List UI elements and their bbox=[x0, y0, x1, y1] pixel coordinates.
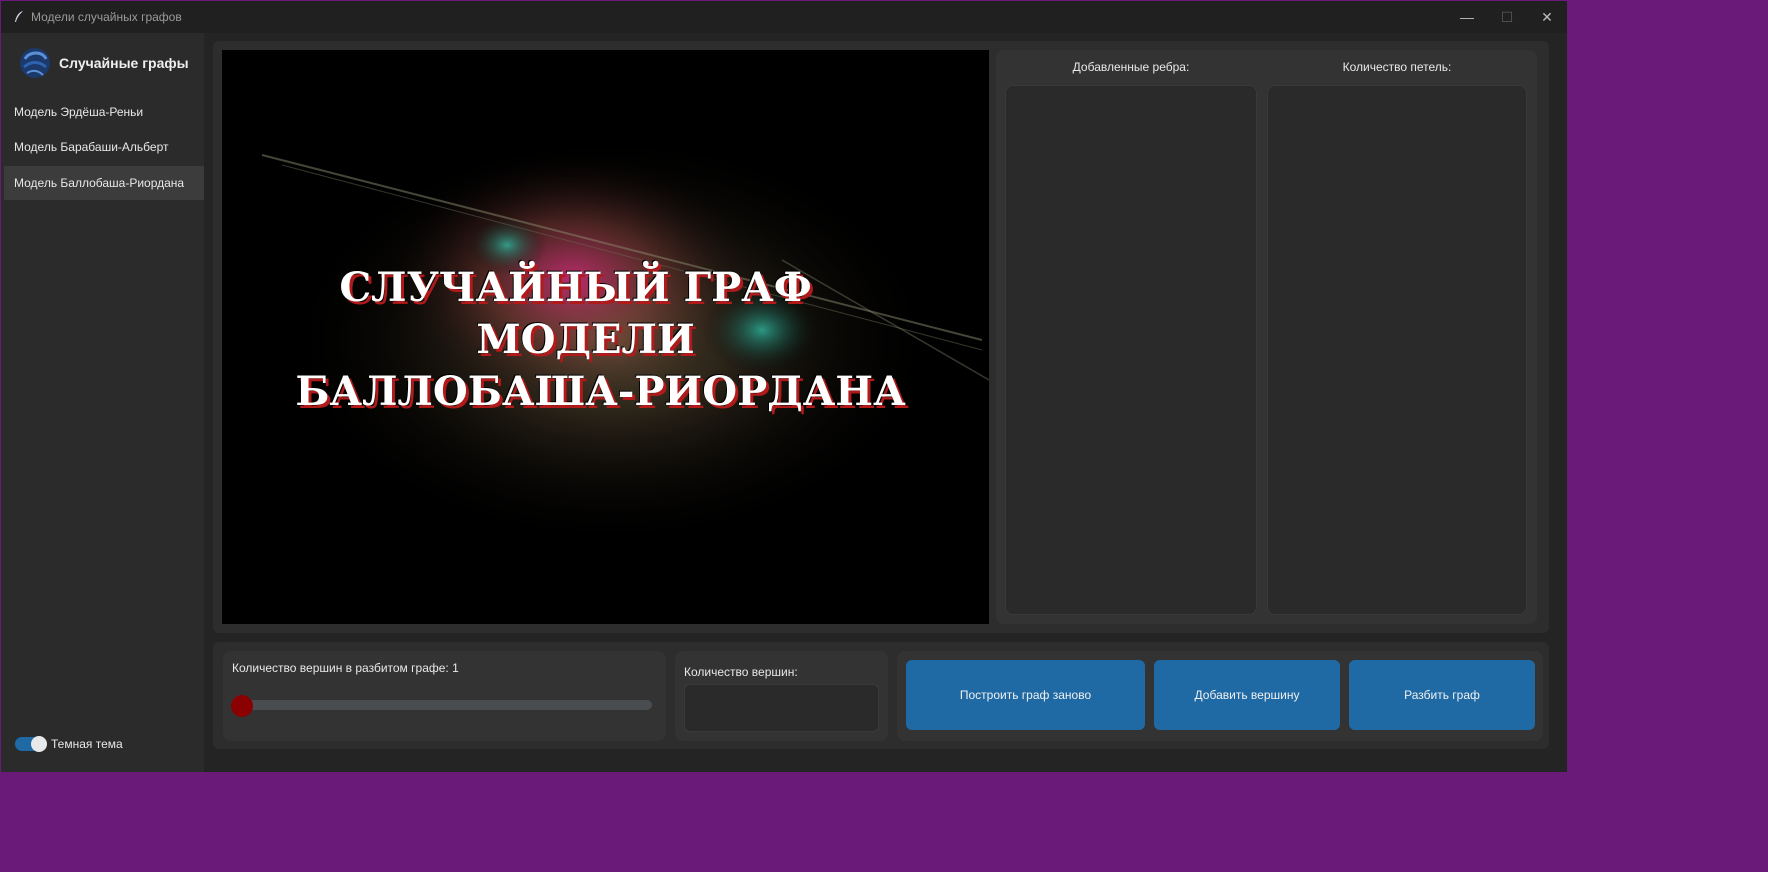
app-window: Модели случайных графов — ☐ ✕ Случайные … bbox=[1, 1, 1567, 772]
added-edges-label: Добавленные ребра: bbox=[1072, 60, 1190, 74]
image-caption: СЛУЧАЙНЫЙ ГРАФ МОДЕЛИ БАЛЛОБАША-РИОРДАНА bbox=[222, 262, 989, 418]
dark-theme-toggle[interactable]: Темная тема bbox=[15, 736, 123, 752]
graph-image: СЛУЧАЙНЫЙ ГРАФ МОДЕЛИ БАЛЛОБАША-РИОРДАНА bbox=[222, 50, 989, 624]
caption-line-1: СЛУЧАЙНЫЙ ГРАФ bbox=[339, 264, 812, 311]
caption-line-2: МОДЕЛИ bbox=[476, 316, 695, 363]
brand-title: Случайные графы bbox=[59, 55, 189, 71]
nav-item-erdos-renyi[interactable]: Модель Эрдёша-Реньи bbox=[4, 95, 204, 129]
rebuild-graph-button[interactable]: Построить граф заново bbox=[906, 660, 1145, 730]
theme-label: Темная тема bbox=[51, 737, 123, 751]
vertices-count-label: Количество вершин: bbox=[684, 665, 798, 679]
loops-count-label: Количество петель: bbox=[1342, 60, 1452, 74]
nav-item-bollobas-riordan[interactable]: Модель Баллобаша-Риордана bbox=[4, 166, 204, 200]
title-bar[interactable]: Модели случайных графов — ☐ ✕ bbox=[1, 1, 1567, 33]
sidebar: Случайные графы Модель Эрдёша-Реньи Моде… bbox=[1, 33, 204, 772]
window-title: Модели случайных графов bbox=[31, 10, 182, 24]
add-vertex-button[interactable]: Добавить вершину bbox=[1154, 660, 1340, 730]
brand: Случайные графы bbox=[19, 47, 189, 79]
graph-logo-icon bbox=[19, 47, 51, 79]
split-vertices-slider[interactable] bbox=[232, 700, 652, 710]
minimize-button[interactable]: — bbox=[1447, 1, 1487, 33]
slider-handle[interactable] bbox=[231, 695, 253, 717]
split-graph-button[interactable]: Разбить граф bbox=[1349, 660, 1535, 730]
close-button[interactable]: ✕ bbox=[1527, 1, 1567, 33]
loops-count-textbox[interactable] bbox=[1267, 85, 1527, 615]
vertices-count-field[interactable] bbox=[684, 684, 879, 732]
caption-line-3: БАЛЛОБАША-РИОРДАНА bbox=[295, 368, 906, 415]
nav-item-barabasi-albert[interactable]: Модель Барабаши-Альберт bbox=[4, 130, 204, 164]
feather-icon bbox=[11, 9, 27, 25]
split-vertices-label: Количество вершин в разбитом графе: 1 bbox=[232, 661, 459, 675]
added-edges-textbox[interactable] bbox=[1005, 85, 1257, 615]
theme-switch[interactable] bbox=[15, 736, 47, 752]
maximize-button[interactable]: ☐ bbox=[1487, 1, 1527, 33]
